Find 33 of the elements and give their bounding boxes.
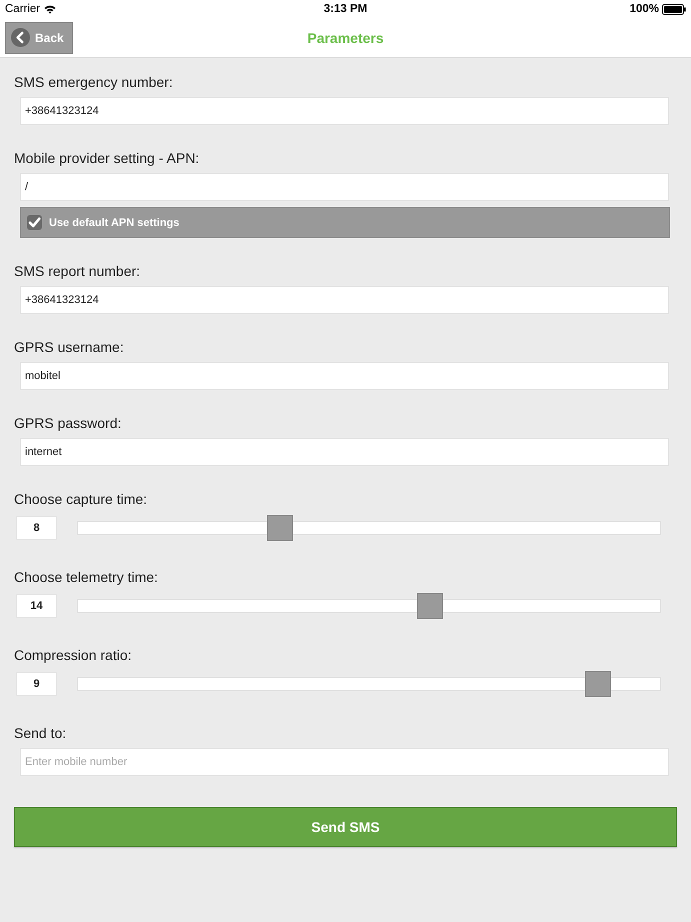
field-label: Choose capture time:	[14, 491, 148, 507]
slider-thumb[interactable]	[266, 515, 293, 541]
field-label: Send to:	[14, 725, 68, 741]
wifi-icon	[44, 4, 56, 14]
clock-time: 3:13 PM	[324, 3, 368, 15]
checkbox[interactable]	[27, 215, 42, 230]
slider-track[interactable]	[77, 671, 661, 697]
field-label: SMS emergency number:	[14, 74, 174, 90]
slider-value: 9	[16, 672, 57, 696]
carrier-name: Carrier	[5, 3, 40, 15]
battery-percentage: 100%	[630, 3, 659, 15]
checkbox-label: Use default APN settings	[49, 216, 180, 228]
input-field[interactable]: +38641323124	[20, 97, 669, 125]
field-label: GPRS username:	[14, 339, 125, 355]
slider-track[interactable]	[77, 593, 661, 619]
slider-value: 14	[16, 594, 57, 618]
input-field[interactable]: +38641323124	[20, 286, 669, 314]
slider-thumb[interactable]	[417, 593, 444, 619]
input-field[interactable]: mobitel	[20, 362, 669, 390]
field-label: Compression ratio:	[14, 647, 132, 663]
field-label: GPRS password:	[14, 415, 122, 431]
slider-track[interactable]	[77, 515, 661, 541]
field-label: Mobile provider setting - APN:	[14, 150, 200, 166]
input-field[interactable]: /	[20, 173, 669, 201]
chevron-left-icon	[11, 28, 30, 47]
input-field[interactable]: Enter mobile number	[20, 748, 669, 776]
field-label: Choose telemetry time:	[14, 569, 159, 585]
input-field[interactable]: internet	[20, 438, 669, 466]
slider-value: 8	[16, 516, 57, 540]
battery-icon	[662, 4, 686, 14]
slider-thumb[interactable]	[584, 671, 611, 697]
field-label: SMS report number:	[14, 263, 142, 279]
screen-title: Parameters	[307, 30, 384, 46]
